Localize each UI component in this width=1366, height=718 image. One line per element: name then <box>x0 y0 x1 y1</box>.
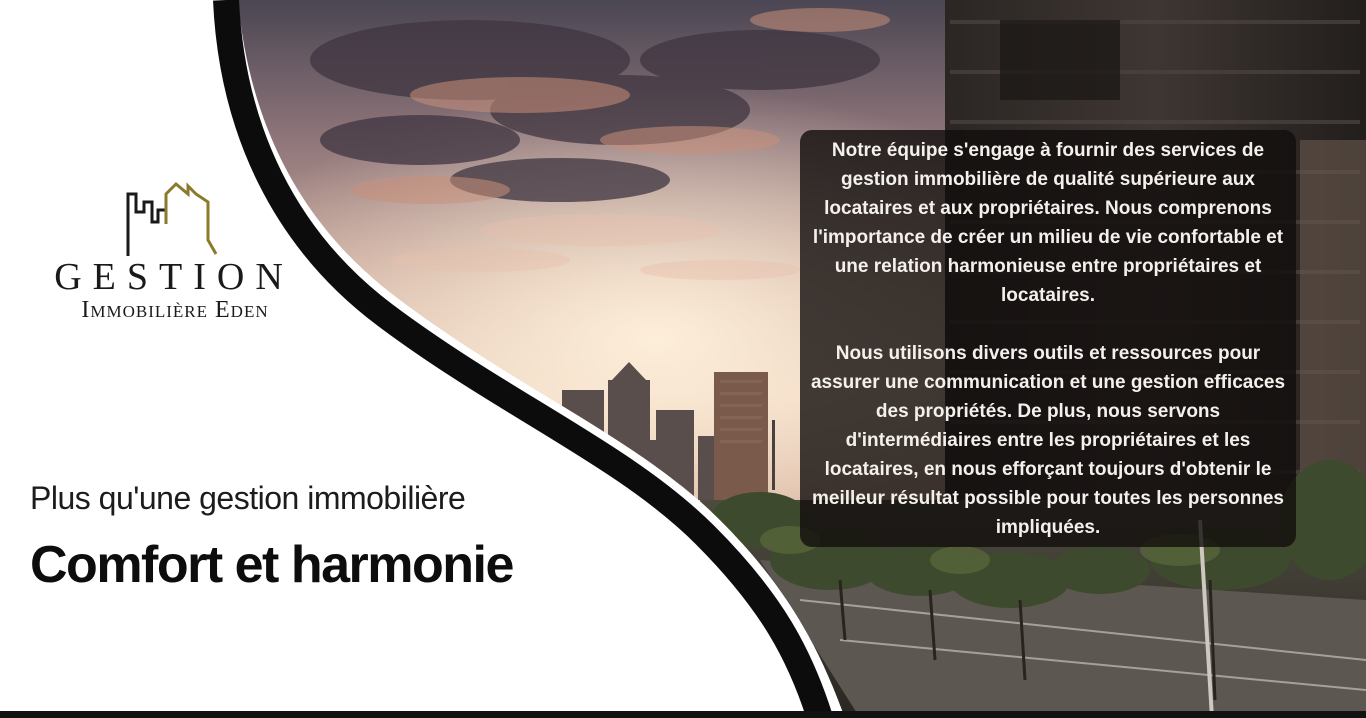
info-panel: Notre équipe s'engage à fournir des serv… <box>800 130 1296 547</box>
bottom-border <box>0 711 1366 718</box>
brand-name-primary: GESTION <box>54 256 294 298</box>
hero-subtitle: Plus qu'une gestion immobilière <box>30 480 466 516</box>
info-paragraph-2: Nous utilisons divers outils et ressourc… <box>810 343 1286 538</box>
city-skyline-icon <box>126 181 218 256</box>
info-paragraph-1: Notre équipe s'engage à fournir des serv… <box>812 140 1284 306</box>
brand-name-secondary: Immobilière Eden <box>81 297 269 323</box>
hero-headline: Comfort et harmonie <box>30 536 514 594</box>
company-logo[interactable]: GESTION Immobilière Eden <box>40 180 310 330</box>
